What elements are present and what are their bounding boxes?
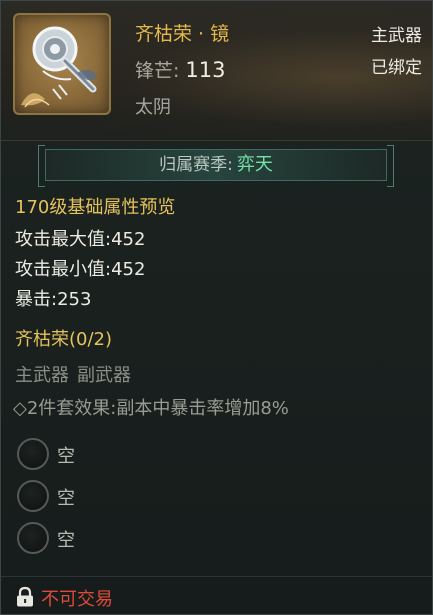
gem-slot[interactable]: 空 xyxy=(17,522,137,556)
season-label: 归属赛季: xyxy=(159,155,233,175)
footer-divider xyxy=(1,576,432,577)
power-row: 锋芒: 113 xyxy=(135,56,226,83)
stat-line: 攻击最小值:452 xyxy=(15,259,146,280)
gem-slot-label: 空 xyxy=(57,446,75,467)
item-icon-frame[interactable] xyxy=(13,13,111,115)
empty-slot-icon xyxy=(17,480,49,512)
lock-icon xyxy=(17,586,33,607)
tooltip-header: 齐枯荣 · 镜 锋芒: 113 太阴 主武器 已绑定 xyxy=(1,1,432,141)
set-member: 主武器 xyxy=(15,365,69,386)
season-value: 弈天 xyxy=(236,154,273,175)
empty-slot-icon xyxy=(17,522,49,554)
set-members: 主武器 副武器 xyxy=(15,361,131,387)
trade-status: 不可交易 xyxy=(41,589,113,610)
item-tooltip: 齐枯荣 · 镜 锋芒: 113 太阴 主武器 已绑定 归属赛季: 弈天 170级基础… xyxy=(0,0,433,615)
power-value: 113 xyxy=(185,58,226,82)
gem-slot-label: 空 xyxy=(57,530,75,551)
item-attribute: 太阴 xyxy=(135,97,171,118)
gem-slot[interactable]: 空 xyxy=(17,480,137,514)
bind-state: 已绑定 xyxy=(371,58,422,78)
stat-line: 攻击最大值:452 xyxy=(15,229,146,250)
base-stats-title: 170级基础属性预览 xyxy=(15,197,176,218)
season-banner: 归属赛季: 弈天 xyxy=(38,145,394,187)
gem-slot[interactable]: 空 xyxy=(17,438,137,472)
slot-type: 主武器 xyxy=(371,26,422,46)
set-effect: ◇2件套效果:副本中暴击率增加8% xyxy=(13,398,289,419)
stat-line: 暴击:253 xyxy=(15,289,92,310)
empty-slot-icon xyxy=(17,438,49,470)
mirror-weapon-icon xyxy=(21,26,97,108)
item-name: 齐枯荣 · 镜 xyxy=(135,23,230,45)
power-label: 锋芒: xyxy=(135,60,180,82)
set-member: 副武器 xyxy=(77,365,131,386)
gem-slot-label: 空 xyxy=(57,488,75,509)
set-title: 齐枯荣(0/2) xyxy=(15,329,113,350)
